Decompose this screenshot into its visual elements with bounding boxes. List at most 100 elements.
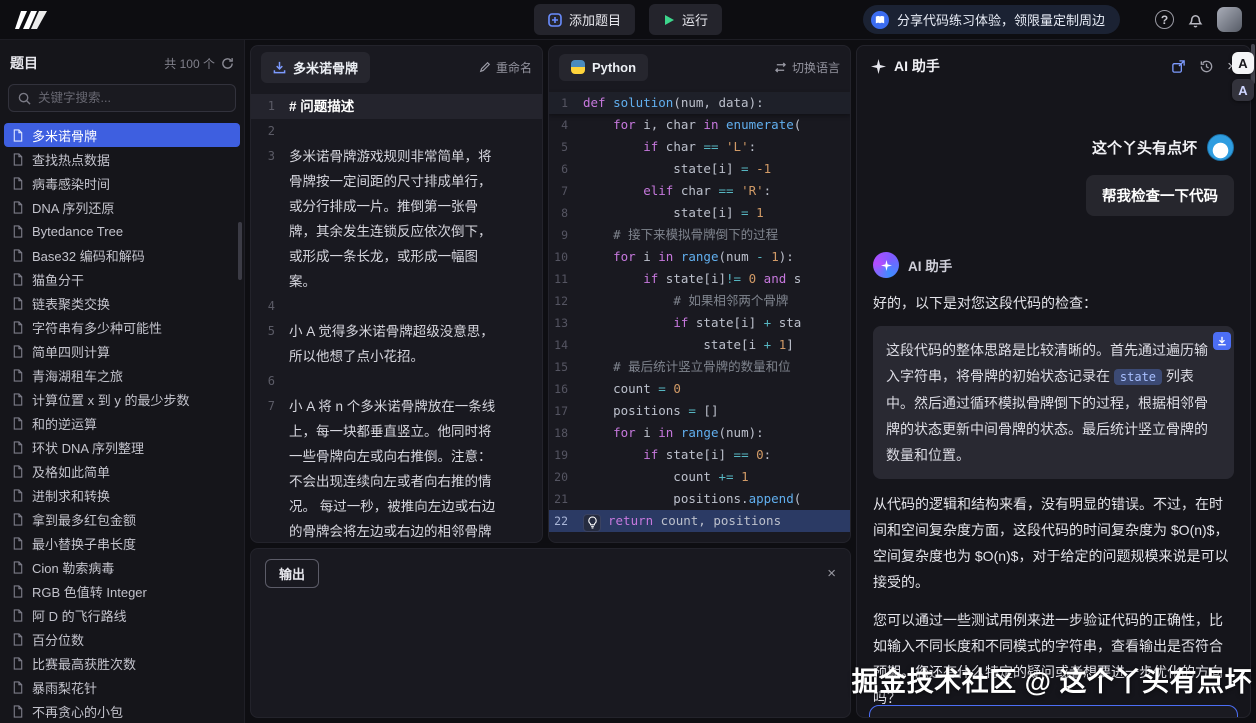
ai-chat-area[interactable]: 这个丫头有点坏 帮我检查一下代码 AI 助手 好的，以下是对您这段代码的检查： xyxy=(857,86,1250,717)
sidebar-item-label: 拿到最多红包金额 xyxy=(32,510,136,529)
language-chip[interactable]: Python xyxy=(559,54,648,81)
sidebar-item[interactable]: 简单四则计算 xyxy=(4,339,240,363)
code-text: positions.append( xyxy=(583,488,850,510)
sidebar-item[interactable]: Cion 勒索病毒 xyxy=(4,555,240,579)
insert-code-icon[interactable] xyxy=(1213,332,1231,350)
sidebar-item[interactable]: 最小替换子串长度 xyxy=(4,531,240,555)
sidebar-item-label: Base32 编码和解码 xyxy=(32,246,145,265)
document-icon xyxy=(12,321,24,334)
notifications-icon[interactable] xyxy=(1187,11,1204,28)
juejin-logo-icon[interactable] xyxy=(14,9,48,31)
sidebar-item[interactable]: RGB 色值转 Integer xyxy=(4,579,240,603)
sidebar-item-label: 病毒感染时间 xyxy=(32,174,110,193)
search-input[interactable] xyxy=(38,91,226,105)
code-text: count = 0 xyxy=(583,378,850,400)
swap-icon xyxy=(774,62,787,73)
ai-panel-header: AI 助手 × xyxy=(857,46,1250,86)
line-number: 21 xyxy=(549,488,583,510)
sidebar-item[interactable]: 计算位置 x 到 y 的最少步数 xyxy=(4,387,240,411)
inline-code: state xyxy=(1114,369,1162,385)
editors-row: 多米诺骨牌 重命名 1# 问题描述2 3多米诺骨牌游戏规则非常简单，将骨牌按一定… xyxy=(250,45,851,543)
document-icon xyxy=(12,489,24,502)
code-text: if state[i]!= 0 and s xyxy=(583,268,850,290)
sidebar-item[interactable]: 不再贪心的小包 xyxy=(4,699,240,723)
line-number: 18 xyxy=(549,422,583,444)
line-number: 1 xyxy=(549,92,583,114)
user-message: 帮我检查一下代码 xyxy=(1086,175,1234,216)
line-number: 11 xyxy=(549,268,583,290)
history-icon[interactable] xyxy=(1199,59,1214,74)
translate-button[interactable]: A xyxy=(1232,52,1254,74)
problem-title-chip[interactable]: 多米诺骨牌 xyxy=(261,52,370,83)
sidebar-item-label: 字符串有多少种可能性 xyxy=(32,318,162,337)
run-button[interactable]: 运行 xyxy=(649,4,722,35)
rename-button[interactable]: 重命名 xyxy=(479,59,532,76)
document-icon xyxy=(12,609,24,622)
sidebar-item[interactable]: 猫鱼分干 xyxy=(4,267,240,291)
popout-icon[interactable] xyxy=(1171,59,1186,74)
problem-description[interactable]: 1# 问题描述2 3多米诺骨牌游戏规则非常简单，将骨牌按一定间距的尺寸排成单行，… xyxy=(251,88,542,542)
ai-input-box[interactable] xyxy=(869,705,1238,718)
sidebar-item[interactable]: 青海湖租车之旅 xyxy=(4,363,240,387)
code-line: 4 for i, char in enumerate( xyxy=(549,114,850,136)
sidebar-item[interactable]: Base32 编码和解码 xyxy=(4,243,240,267)
share-banner-button[interactable]: 分享代码练习体验，领限量定制周边 xyxy=(863,5,1120,34)
refresh-icon[interactable] xyxy=(221,57,234,70)
line-number: 12 xyxy=(549,290,583,312)
sidebar-item[interactable]: 进制求和转换 xyxy=(4,483,240,507)
line-number: 4 xyxy=(549,114,583,136)
python-icon xyxy=(571,60,585,74)
switch-language-button[interactable]: 切换语言 xyxy=(774,59,840,76)
code-text: count += 1 xyxy=(583,466,850,488)
line-number: 5 xyxy=(549,136,583,158)
sidebar-item[interactable]: 多米诺骨牌 xyxy=(4,123,240,147)
line-number: 2 xyxy=(251,119,289,144)
output-header: 输出 × xyxy=(251,549,850,598)
code-line: 19 if state[i] == 0: xyxy=(549,444,850,466)
code-editor[interactable]: 1def solution(num, data):4 for i, char i… xyxy=(549,88,850,542)
sidebar-item[interactable]: 百分位数 xyxy=(4,627,240,651)
sidebar-item[interactable]: 查找热点数据 xyxy=(4,147,240,171)
translate-alt-button[interactable]: A xyxy=(1232,79,1254,101)
document-icon xyxy=(12,585,24,598)
sidebar-item-label: 计算位置 x 到 y 的最少步数 xyxy=(32,390,189,409)
sidebar-item-label: 最小替换子串长度 xyxy=(32,534,136,553)
sidebar-item[interactable]: 暴雨梨花针 xyxy=(4,675,240,699)
sidebar-item[interactable]: 阿 D 的飞行路线 xyxy=(4,603,240,627)
code-text: for i in range(num - 1): xyxy=(583,246,850,268)
ai-intro-text: 好的，以下是对您这段代码的检查： xyxy=(873,290,1234,316)
sidebar-item[interactable]: 拿到最多红包金额 xyxy=(4,507,240,531)
sidebar-item-label: 暴雨梨花针 xyxy=(32,678,97,697)
sidebar-item[interactable]: 比赛最高获胜次数 xyxy=(4,651,240,675)
code-text: # 接下来模拟骨牌倒下的过程 xyxy=(583,224,850,246)
sidebar-item[interactable]: DNA 序列还原 xyxy=(4,195,240,219)
sidebar-item[interactable]: 及格如此简单 xyxy=(4,459,240,483)
code-text: for i in range(num): xyxy=(583,422,850,444)
sidebar-scrollbar[interactable] xyxy=(238,222,242,280)
document-icon xyxy=(12,177,24,190)
sidebar-item[interactable]: 病毒感染时间 xyxy=(4,171,240,195)
code-text: for i, char in enumerate( xyxy=(583,114,850,136)
document-icon xyxy=(12,633,24,646)
lightbulb-icon[interactable] xyxy=(583,514,601,532)
output-tab[interactable]: 输出 xyxy=(265,559,319,588)
rename-label: 重命名 xyxy=(496,59,532,76)
add-problem-button[interactable]: 添加题目 xyxy=(534,4,635,35)
user-avatar[interactable] xyxy=(1217,7,1242,32)
sidebar-item[interactable]: Bytedance Tree xyxy=(4,219,240,243)
code-line: 5 if char == 'L': xyxy=(549,136,850,158)
line-number: 14 xyxy=(549,334,583,356)
sidebar-item-label: Cion 勒索病毒 xyxy=(32,558,114,577)
code-text: state[i] = 1 xyxy=(583,202,850,224)
ai-name: AI 助手 xyxy=(908,255,952,275)
sidebar-item[interactable]: 链表聚类交换 xyxy=(4,291,240,315)
sidebar-item-label: 猫鱼分干 xyxy=(32,270,84,289)
line-number: 22 xyxy=(549,510,583,532)
search-box[interactable] xyxy=(8,84,236,112)
close-output-icon[interactable]: × xyxy=(827,565,836,582)
help-icon[interactable]: ? xyxy=(1155,10,1174,29)
sidebar-item[interactable]: 和的逆运算 xyxy=(4,411,240,435)
sidebar-item[interactable]: 字符串有多少种可能性 xyxy=(4,315,240,339)
language-label: Python xyxy=(592,60,636,75)
sidebar-item[interactable]: 环状 DNA 序列整理 xyxy=(4,435,240,459)
